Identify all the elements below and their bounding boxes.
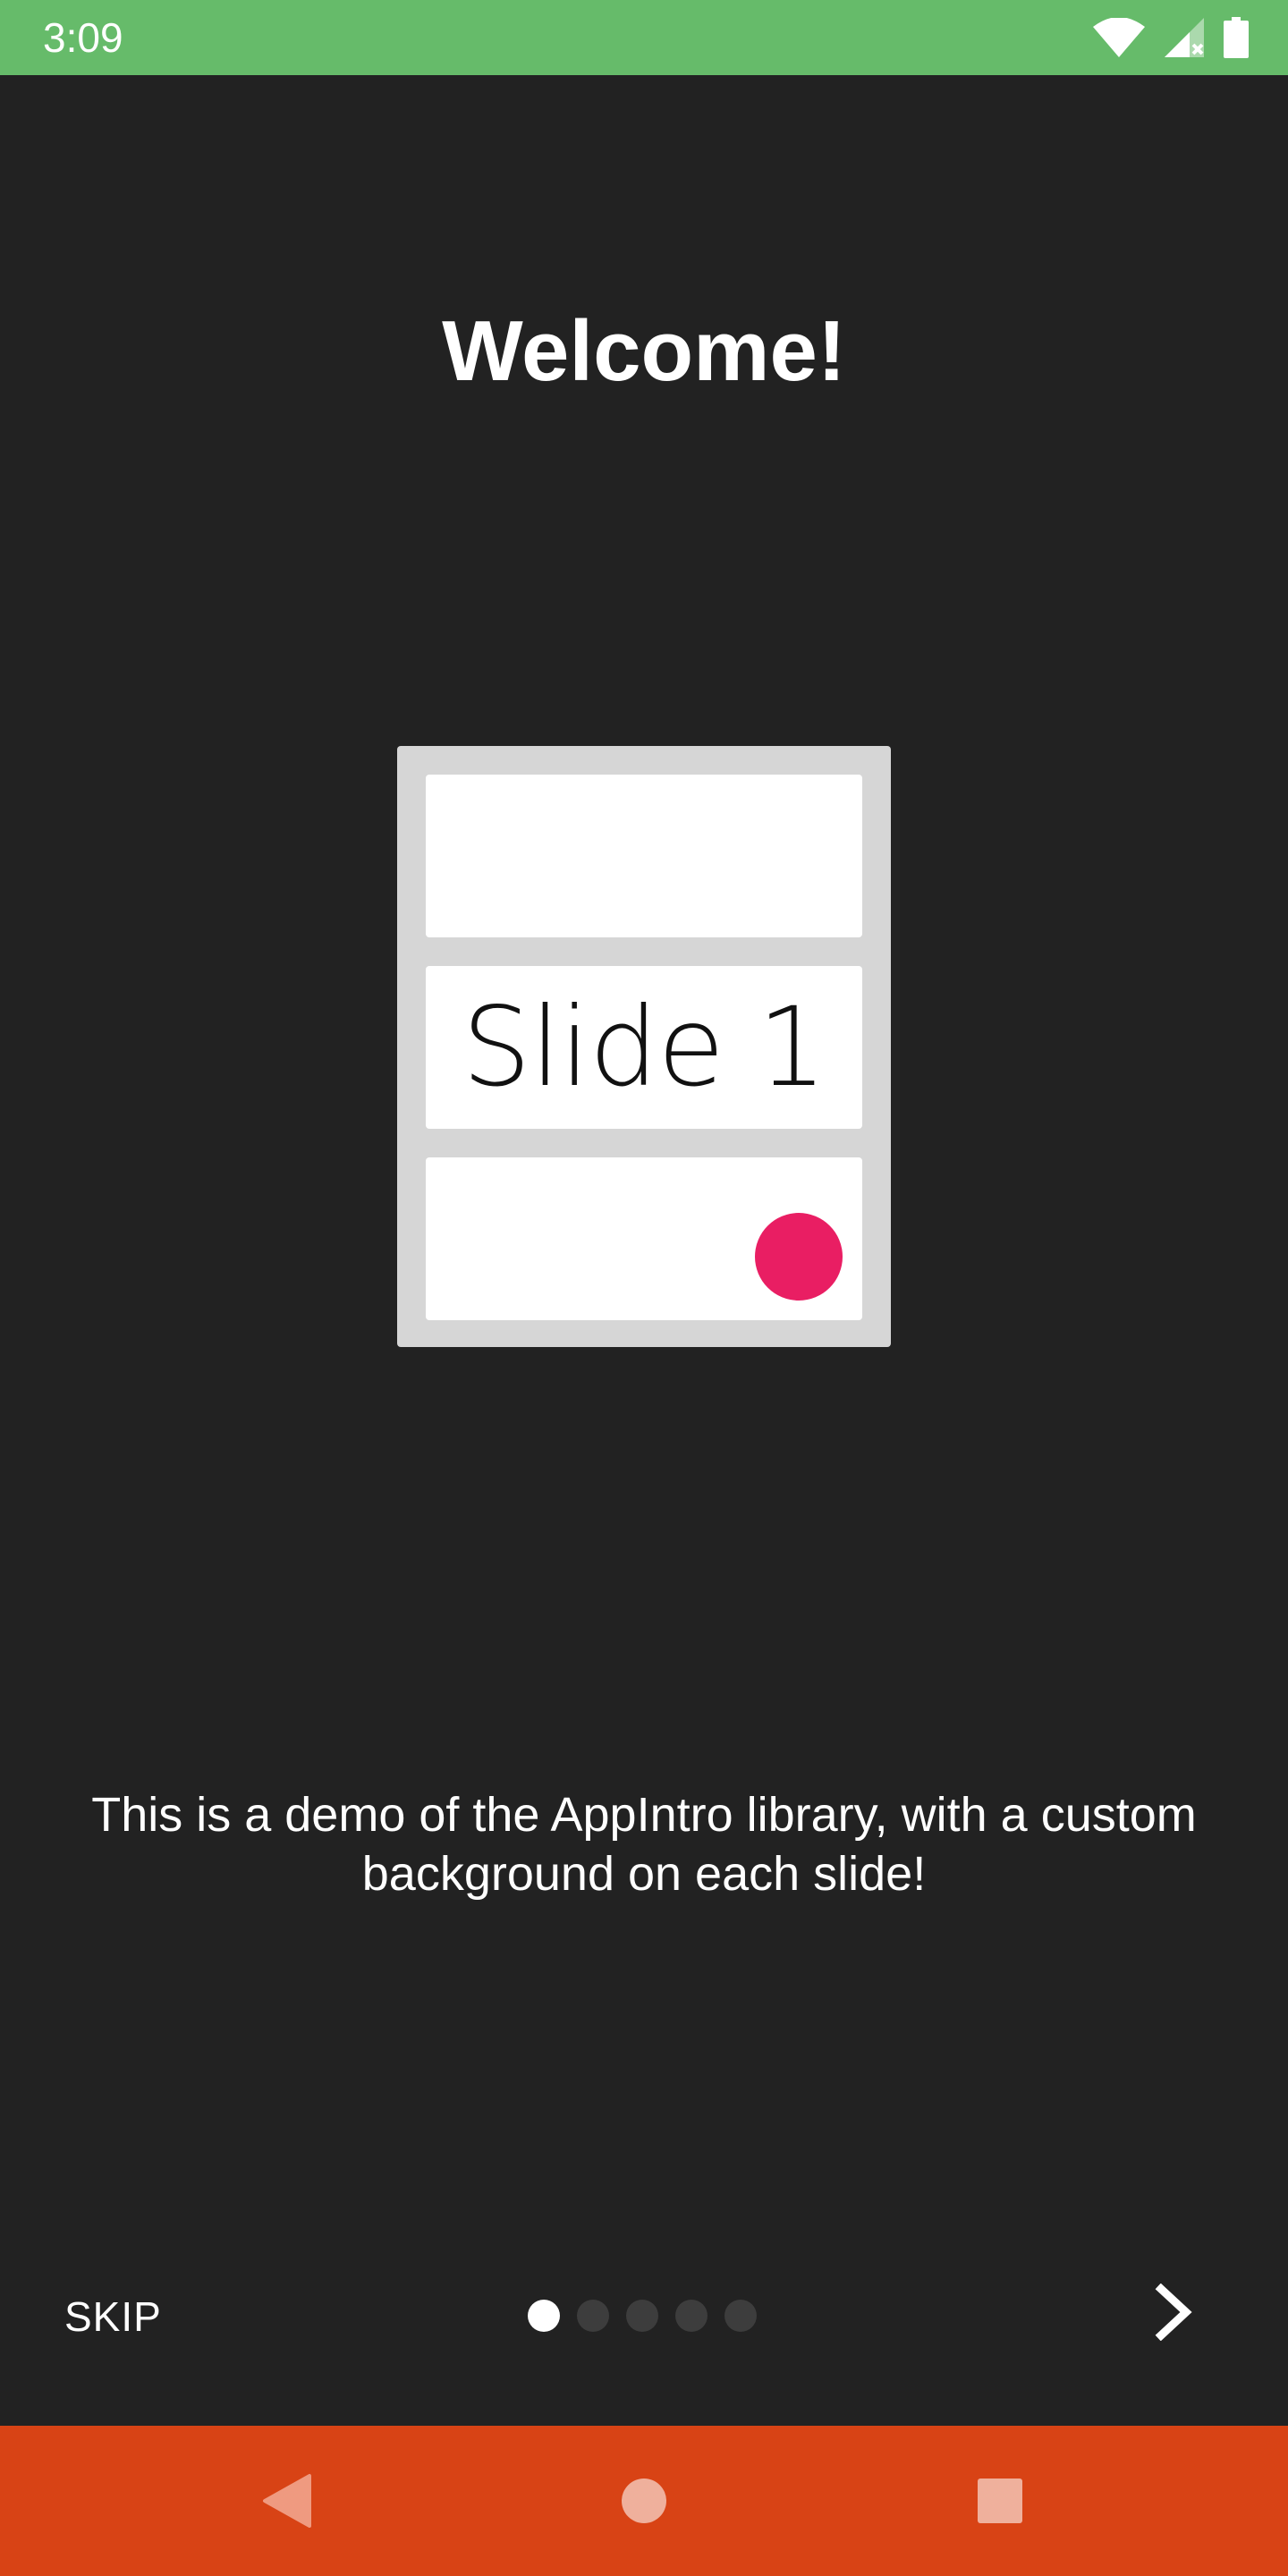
status-bar: 3:09 — [0, 0, 1288, 75]
recents-icon — [978, 2479, 1022, 2523]
slide-title: Welcome! — [442, 303, 846, 399]
nav-back-button[interactable] — [249, 2463, 324, 2538]
nav-recents-button[interactable] — [962, 2463, 1038, 2538]
page-dot-3 — [626, 2300, 658, 2332]
slide-illustration: Slide 1 — [397, 746, 891, 1347]
app-intro-screen: 3:09 Welcome! Slide 1 This is a demo of … — [0, 0, 1288, 2576]
status-icons — [1093, 16, 1249, 59]
page-dot-1 — [528, 2300, 560, 2332]
page-indicator — [528, 2300, 757, 2332]
fab-circle-icon — [755, 1213, 843, 1301]
illustration-panel-bottom — [426, 1157, 862, 1320]
nav-home-button[interactable] — [606, 2463, 682, 2538]
battery-icon — [1224, 17, 1249, 58]
page-dot-2 — [577, 2300, 609, 2332]
chevron-right-icon — [1155, 2284, 1192, 2341]
illustration-panel-top — [426, 775, 862, 937]
back-icon — [263, 2474, 311, 2528]
next-button[interactable] — [1136, 2272, 1216, 2352]
cell-signal-icon — [1165, 18, 1204, 57]
page-dot-5 — [724, 2300, 757, 2332]
page-dot-4 — [675, 2300, 708, 2332]
status-time: 3:09 — [43, 14, 123, 61]
home-icon — [622, 2479, 666, 2523]
illustration-panel-middle: Slide 1 — [426, 966, 862, 1129]
slide-description: This is a demo of the AppIntro library, … — [91, 1788, 1197, 1901]
skip-button[interactable]: SKIP — [43, 2281, 183, 2352]
illustration-label: Slide 1 — [462, 984, 826, 1111]
navigation-bar — [0, 2426, 1288, 2576]
wifi-icon — [1093, 18, 1145, 57]
